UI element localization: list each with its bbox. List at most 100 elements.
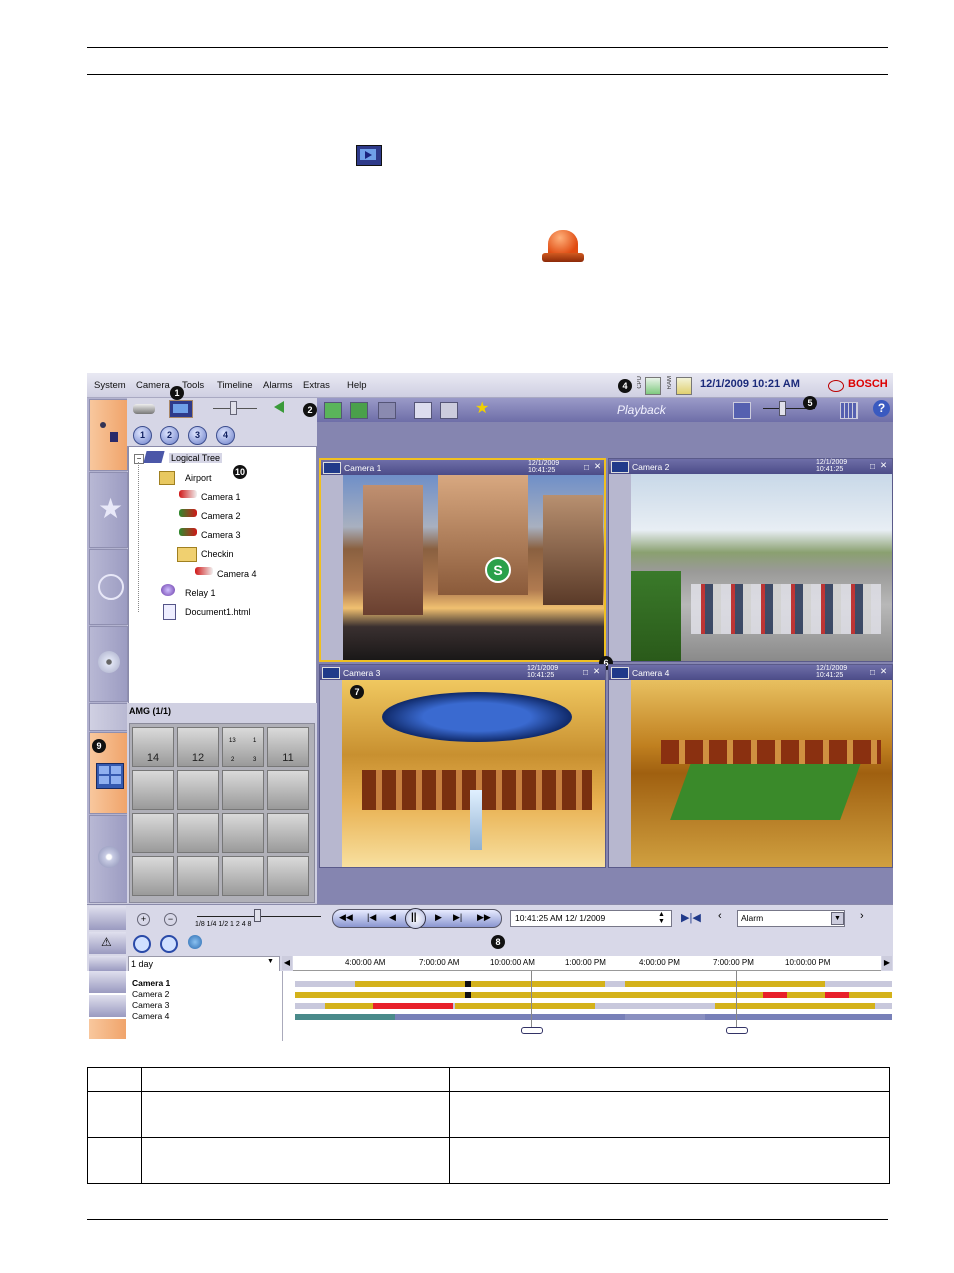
maximize-icon[interactable]: □ — [870, 667, 875, 677]
tree-item-camera-4[interactable]: Camera 4 — [217, 569, 257, 579]
tree-item-checkin[interactable]: Checkin — [201, 549, 234, 559]
scroll-right-button[interactable]: ▶ — [882, 956, 892, 970]
camera-pane-2[interactable]: Camera 2 12/1/2009 10:41:25 □ ✕ — [608, 458, 893, 662]
camera-pane-4[interactable]: Camera 4 12/1/2009 10:41:25 □ ✕ — [608, 664, 893, 868]
alarm-list-tab[interactable]: ⚠ — [89, 932, 126, 954]
monitor-10[interactable] — [177, 813, 219, 853]
collapse-strip[interactable] — [89, 703, 128, 731]
quick-button-2[interactable]: 2 — [160, 426, 179, 445]
monitor-7[interactable] — [222, 770, 264, 810]
collapse-timeline-tab[interactable] — [89, 906, 126, 930]
logical-tree-tab[interactable] — [89, 399, 128, 471]
monitor-1[interactable]: 14 — [132, 727, 174, 767]
menu-timeline[interactable]: Timeline — [217, 380, 253, 391]
tree-item-camera-1[interactable]: Camera 1 — [201, 492, 241, 502]
search-tab[interactable] — [89, 995, 126, 1017]
previous-result-button[interactable]: ‹ — [718, 910, 722, 922]
quick-button-1[interactable]: 1 — [133, 426, 152, 445]
speaker-icon[interactable] — [274, 401, 284, 413]
tree-item-airport[interactable]: Airport — [185, 473, 212, 483]
export-tab[interactable] — [89, 626, 128, 702]
range-select[interactable]: 1 day ▼ — [128, 956, 280, 972]
edit-icon[interactable] — [350, 402, 368, 419]
pause-button[interactable]: || — [405, 908, 426, 929]
sync-icon[interactable]: ▶|◀ — [681, 911, 701, 924]
instant-playback-icon[interactable] — [324, 402, 342, 419]
monitor-5[interactable] — [132, 770, 174, 810]
menu-tools[interactable]: Tools — [182, 380, 204, 391]
selection-marker[interactable] — [736, 971, 737, 1033]
maximize-icon[interactable]: □ — [870, 461, 875, 471]
menu-system[interactable]: System — [94, 380, 126, 391]
tree-item-camera-2[interactable]: Camera 2 — [201, 511, 241, 521]
zoom-in-icon[interactable] — [133, 935, 151, 953]
camera-pane-1[interactable]: Camera 1 12/1/2009 10:41:25 □ ✕ S — [319, 458, 606, 662]
monitor-2[interactable]: 12 — [177, 727, 219, 767]
monitor-11[interactable] — [222, 813, 264, 853]
quick-button-3[interactable]: 3 — [188, 426, 207, 445]
step-back-button[interactable]: |◀ — [367, 912, 376, 923]
marker-handle[interactable] — [726, 1027, 748, 1034]
video-list-tab[interactable] — [89, 971, 126, 993]
live-camera-icon[interactable] — [133, 404, 155, 414]
play-reverse-button[interactable]: ◀ — [389, 912, 396, 923]
monitor-15[interactable] — [222, 856, 264, 896]
menu-alarms[interactable]: Alarms — [263, 380, 293, 391]
monitor-9[interactable] — [132, 813, 174, 853]
fullscreen-icon[interactable] — [378, 402, 396, 419]
tree-item-document[interactable]: Document1.html — [185, 607, 251, 617]
help-icon[interactable]: ? — [873, 400, 890, 417]
tree-item-relay-1[interactable]: Relay 1 — [185, 588, 216, 598]
track-label-camera-3[interactable]: Camera 3 — [132, 1000, 169, 1010]
close-icon[interactable]: ✕ — [880, 666, 887, 677]
monitor-6[interactable] — [177, 770, 219, 810]
playback-time-field[interactable]: 10:41:25 AM 12/ 1/2009 ▲ ▼ — [510, 910, 672, 927]
monitors-tab[interactable]: 9 — [89, 732, 128, 814]
playback-cursor[interactable] — [531, 971, 532, 1033]
print-icon[interactable] — [414, 402, 432, 419]
quick-button-4[interactable]: 4 — [216, 426, 235, 445]
monitor-12[interactable] — [267, 813, 309, 853]
monitor-16[interactable] — [267, 856, 309, 896]
zoom-out-timeline-button[interactable]: − — [164, 913, 177, 926]
speed-slider-thumb[interactable] — [254, 909, 261, 922]
scroll-left-button[interactable]: ◀ — [282, 956, 292, 970]
maximize-icon[interactable]: □ — [583, 667, 588, 677]
bookmark-star-icon[interactable]: ★ — [475, 400, 489, 418]
single-pane-icon[interactable] — [733, 402, 751, 419]
zoom-out-icon[interactable] — [160, 935, 178, 953]
chevron-down-icon[interactable]: ▼ — [267, 958, 274, 965]
next-result-button[interactable]: › — [860, 910, 864, 922]
monitor-14[interactable] — [177, 856, 219, 896]
refresh-icon[interactable] — [188, 935, 202, 949]
monitor-3-split[interactable]: 13 1 2 3 — [222, 727, 264, 767]
cursor-handle[interactable] — [521, 1027, 543, 1034]
timeline-tab[interactable] — [89, 1019, 126, 1039]
chevron-down-icon[interactable]: ▼ — [831, 912, 844, 925]
search-type-select[interactable]: Alarm ▼ — [737, 910, 845, 927]
close-icon[interactable]: ✕ — [880, 460, 887, 471]
monitor-13[interactable] — [132, 856, 174, 896]
menu-extras[interactable]: Extras — [303, 380, 330, 391]
maximize-icon[interactable]: □ — [584, 462, 589, 472]
menu-help[interactable]: Help — [347, 380, 367, 391]
monitor-8[interactable] — [267, 770, 309, 810]
grid-layout-icon[interactable] — [840, 402, 858, 419]
bookmarks-tab[interactable] — [89, 956, 126, 971]
tree-item-camera-3[interactable]: Camera 3 — [201, 530, 241, 540]
menu-camera[interactable]: Camera — [136, 380, 170, 391]
camera-pane-3[interactable]: Camera 3 12/1/2009 10:41:25 □ ✕ 7 — [319, 664, 606, 868]
track-label-camera-1[interactable]: Camera 1 — [132, 978, 170, 988]
pane-count-slider-thumb[interactable] — [779, 401, 786, 416]
volume-slider-thumb[interactable] — [230, 401, 237, 415]
close-icon[interactable]: ✕ — [593, 666, 600, 677]
snapshot-icon[interactable] — [440, 402, 458, 419]
tree-root-label[interactable]: Logical Tree — [169, 453, 223, 463]
track-label-camera-2[interactable]: Camera 2 — [132, 989, 169, 999]
fast-rewind-button[interactable]: ◀◀ — [339, 912, 353, 923]
monitor-4[interactable]: 11 — [267, 727, 309, 767]
fast-forward-button[interactable]: ▶▶ — [477, 912, 491, 923]
close-icon[interactable]: ✕ — [594, 461, 601, 472]
playback-toggle-icon[interactable] — [169, 400, 193, 418]
spin-buttons-icon[interactable]: ▲ ▼ — [658, 911, 665, 925]
